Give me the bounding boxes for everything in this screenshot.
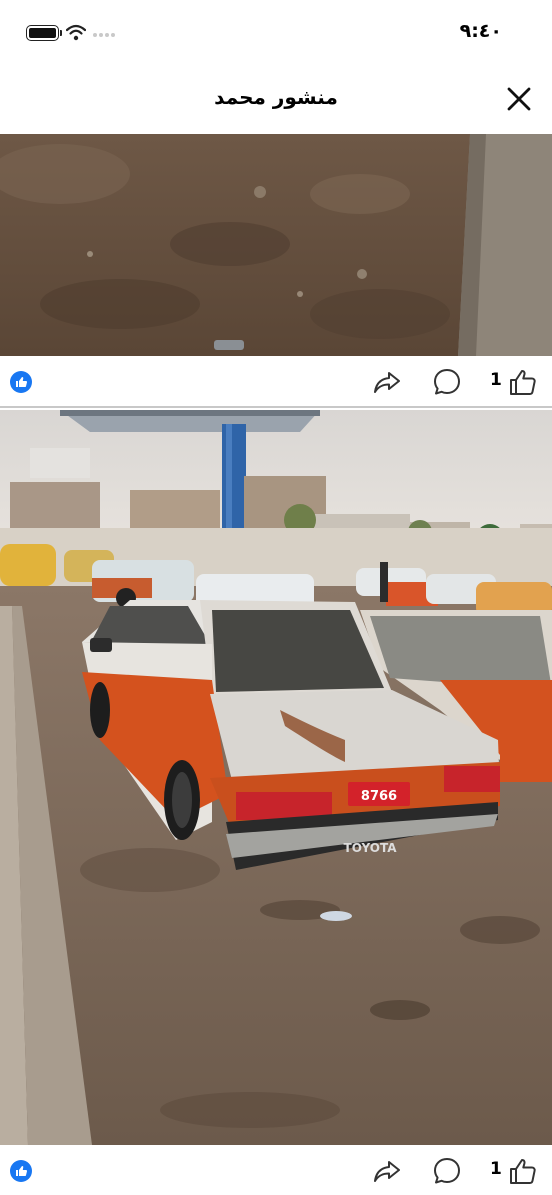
post-action-bar: 1 (0, 356, 552, 408)
share-icon[interactable] (372, 1156, 402, 1186)
dirt-ground-photo[interactable] (0, 134, 552, 356)
comment-icon[interactable] (432, 1156, 462, 1186)
post-action-bar: 1 (0, 1145, 552, 1195)
post-header: منشور محمد (0, 64, 552, 134)
car-brand-text: TOYOTA (344, 841, 398, 855)
status-time: ٩:٤٠ (459, 20, 502, 42)
status-bar: ٩:٤٠ (0, 0, 552, 64)
close-icon[interactable] (504, 84, 534, 114)
like-count: 1 (490, 370, 502, 390)
like-icon[interactable] (508, 1156, 538, 1186)
comment-icon[interactable] (432, 367, 462, 397)
license-plate-text: 8766 (361, 789, 397, 804)
like-icon[interactable] (508, 367, 538, 397)
old-taxi-cars-photo[interactable]: 8766 TOYOTA (0, 410, 552, 1145)
signal-dots-icon (93, 33, 115, 37)
like-count: 1 (490, 1159, 502, 1179)
wifi-icon (66, 24, 86, 41)
like-reaction-icon[interactable] (10, 371, 32, 393)
battery-icon (26, 25, 62, 41)
page-title: منشور محمد (214, 85, 338, 109)
share-icon[interactable] (372, 367, 402, 397)
like-reaction-icon[interactable] (10, 1160, 32, 1182)
